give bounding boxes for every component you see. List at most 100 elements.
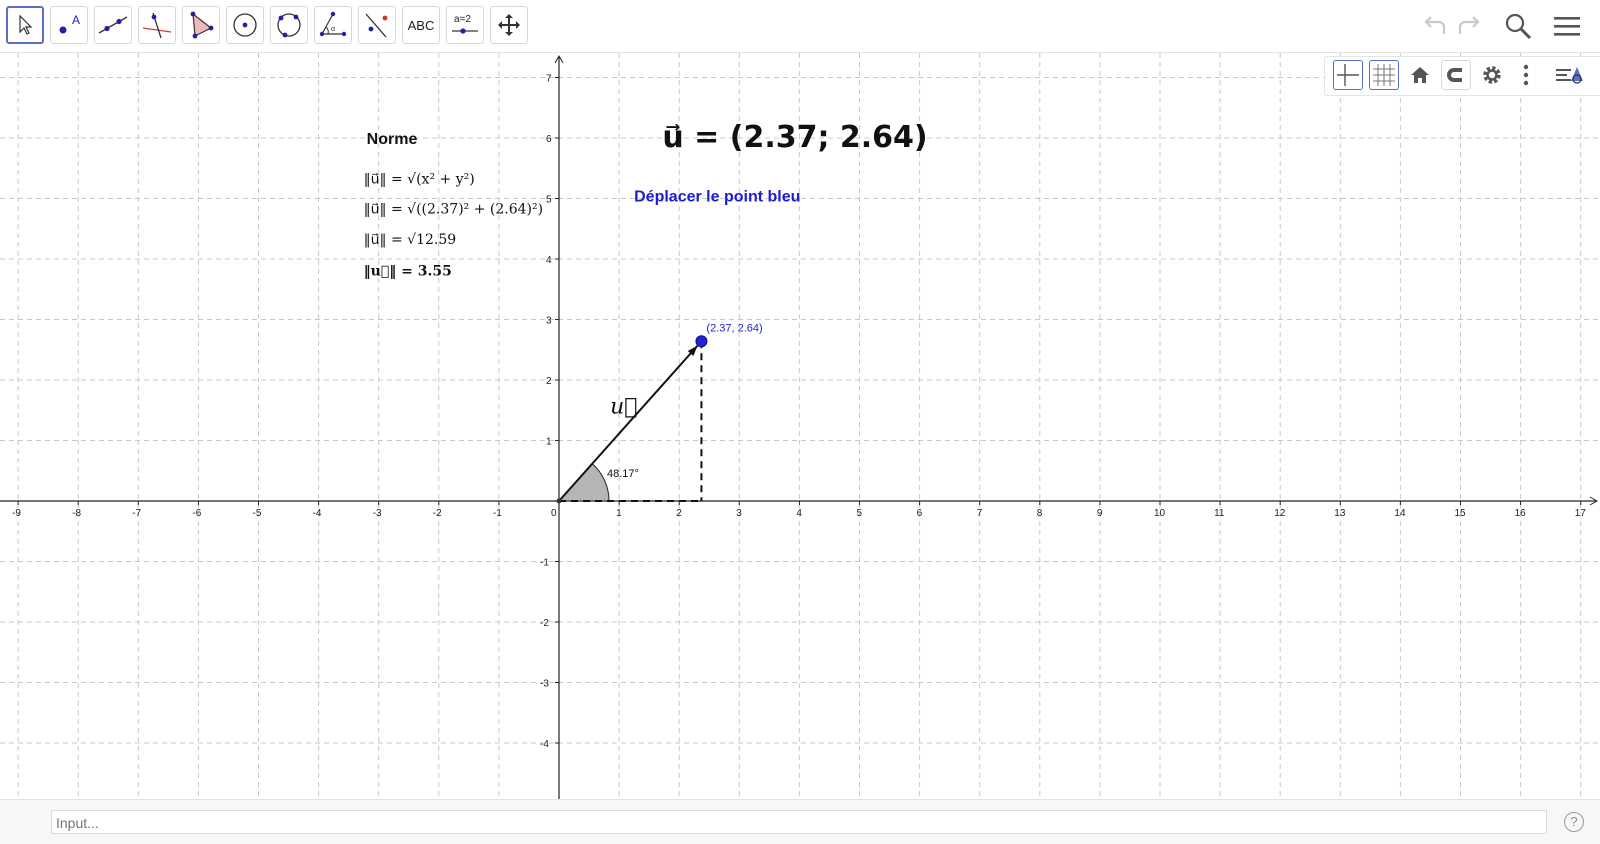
x-tick-label: 3 bbox=[736, 508, 742, 519]
norme-substitution-line: ‖u⃗‖ = √((2.37)² + (2.64)²) bbox=[364, 202, 543, 218]
graph-canvas[interactable]: -9 -8 -7 -6 -5 -4 -3 -2 -1 0 1 2 3 4 5 6 7 8 9 10 11 12 13 14 15… bbox=[0, 53, 1600, 799]
y-tick-label: 6 bbox=[546, 134, 552, 145]
point-tool-button[interactable]: A bbox=[50, 6, 88, 44]
x-tick-label: -3 bbox=[373, 508, 382, 519]
menu-button[interactable] bbox=[1551, 10, 1583, 42]
toolbar: A α ABC a=2 bbox=[0, 0, 1600, 53]
x-tick-label: 5 bbox=[857, 508, 863, 519]
y-tick-label: 5 bbox=[546, 195, 552, 206]
home-icon bbox=[1411, 67, 1429, 83]
text-icon: ABC bbox=[407, 17, 435, 33]
x-tick-label: 9 bbox=[1097, 508, 1103, 519]
x-tick-label: 7 bbox=[977, 508, 983, 519]
x-tick-label: 1 bbox=[616, 508, 622, 519]
grid-icon bbox=[1373, 64, 1395, 86]
reflect-tool-button[interactable] bbox=[358, 6, 396, 44]
norme-result-line: ‖u⃗‖ = 3.55 bbox=[364, 263, 452, 279]
line-icon bbox=[98, 16, 128, 34]
reflect-icon bbox=[365, 13, 388, 38]
text-tool-button[interactable]: ABC bbox=[402, 6, 440, 44]
grid-toggle-button[interactable] bbox=[1369, 60, 1399, 90]
norme-title: Norme bbox=[367, 131, 418, 148]
angle-icon: α bbox=[319, 11, 347, 37]
algebra-input-bar: ? bbox=[0, 799, 1600, 844]
x-tick-label: 4 bbox=[796, 508, 802, 519]
angle-sector bbox=[557, 463, 610, 502]
y-tick-label: -2 bbox=[540, 618, 549, 629]
perpendicular-tool-button[interactable] bbox=[138, 6, 176, 44]
search-button[interactable] bbox=[1502, 10, 1534, 42]
style-bar-toggle-button[interactable] bbox=[1555, 60, 1585, 90]
more-vertical-icon bbox=[1523, 64, 1529, 86]
polygon-icon bbox=[190, 11, 214, 39]
norme-sqrt-line: ‖u⃗‖ = √12.59 bbox=[364, 232, 457, 248]
move-view-icon bbox=[498, 14, 520, 36]
x-tick-label: 8 bbox=[1037, 508, 1043, 519]
more-options-button[interactable] bbox=[1511, 60, 1541, 90]
origin-point bbox=[556, 498, 562, 504]
instruction-text: Déplacer le point bleu bbox=[634, 189, 800, 206]
x-tick-label: 11 bbox=[1214, 508, 1225, 519]
algebra-input-field[interactable] bbox=[51, 810, 1547, 834]
point-icon: A bbox=[59, 13, 80, 34]
x-tick-label: -1 bbox=[493, 508, 502, 519]
x-tick-label: 15 bbox=[1455, 508, 1467, 519]
y-tick-label: -4 bbox=[540, 739, 549, 750]
angle-label: 48.17° bbox=[607, 468, 639, 480]
circle-center-icon bbox=[233, 13, 257, 37]
axes-toggle-button[interactable] bbox=[1333, 60, 1363, 90]
draggable-point[interactable] bbox=[695, 335, 708, 348]
x-tick-label: 16 bbox=[1515, 508, 1527, 519]
magnet-icon bbox=[1447, 68, 1462, 82]
circle-center-tool-button[interactable] bbox=[226, 6, 264, 44]
vector-definition: u⃗ = (2.37; 2.64) bbox=[662, 120, 927, 155]
circle-3points-tool-button[interactable] bbox=[270, 6, 308, 44]
x-tick-label: 6 bbox=[917, 508, 923, 519]
y-tick-label: 4 bbox=[546, 255, 552, 266]
x-tick-label: -8 bbox=[72, 508, 81, 519]
x-tick-label: 10 bbox=[1154, 508, 1166, 519]
perpendicular-icon bbox=[142, 12, 172, 39]
x-tick-label: -7 bbox=[132, 508, 141, 519]
move-tool-button[interactable] bbox=[6, 6, 44, 44]
slider-icon: a=2 bbox=[452, 14, 478, 34]
svg-text:α: α bbox=[331, 26, 335, 33]
y-tick-label: -1 bbox=[540, 558, 549, 569]
point-capturing-button[interactable] bbox=[1441, 60, 1471, 90]
x-tick-label: 2 bbox=[676, 508, 682, 519]
slider-tool-button[interactable]: a=2 bbox=[446, 6, 484, 44]
graphics-view[interactable]: -9 -8 -7 -6 -5 -4 -3 -2 -1 0 1 2 3 4 5 6 7 8 9 10 11 12 13 14 15… bbox=[0, 53, 1600, 799]
home-button[interactable] bbox=[1405, 60, 1435, 90]
y-tick-label: 1 bbox=[546, 437, 552, 448]
polygon-tool-button[interactable] bbox=[182, 6, 220, 44]
menu-icon bbox=[1554, 17, 1580, 36]
vector-u-label: u⃗ bbox=[610, 394, 637, 419]
axes-icon bbox=[1337, 64, 1359, 86]
circle-3points-icon bbox=[277, 13, 301, 38]
x-tick-label: -4 bbox=[313, 508, 322, 519]
svg-text:a=2: a=2 bbox=[454, 14, 471, 25]
undo-icon bbox=[1424, 16, 1446, 34]
y-tick-label: 2 bbox=[546, 376, 552, 387]
y-tick-label: -3 bbox=[540, 679, 549, 690]
undo-button[interactable] bbox=[1418, 10, 1450, 42]
svg-text:A: A bbox=[72, 13, 80, 27]
style-bar bbox=[1324, 56, 1600, 96]
redo-button[interactable] bbox=[1454, 10, 1486, 42]
x-tick-label: -9 bbox=[12, 508, 21, 519]
redo-icon bbox=[1458, 16, 1480, 34]
x-tick-label: -5 bbox=[253, 508, 262, 519]
help-button[interactable]: ? bbox=[1564, 812, 1584, 832]
move-view-tool-button[interactable] bbox=[490, 6, 528, 44]
style-toggle-icon bbox=[1556, 67, 1583, 84]
cursor-arrow-icon bbox=[19, 14, 33, 35]
x-tick-label: 17 bbox=[1575, 508, 1587, 519]
x-tick-label: 13 bbox=[1334, 508, 1346, 519]
x-tick-label: -6 bbox=[192, 508, 201, 519]
gear-icon bbox=[1483, 66, 1501, 84]
angle-tool-button[interactable]: α bbox=[314, 6, 352, 44]
point-coordinate-label: (2.37, 2.64) bbox=[706, 322, 762, 334]
settings-button[interactable] bbox=[1477, 60, 1507, 90]
search-icon bbox=[1505, 13, 1532, 40]
line-tool-button[interactable] bbox=[94, 6, 132, 44]
